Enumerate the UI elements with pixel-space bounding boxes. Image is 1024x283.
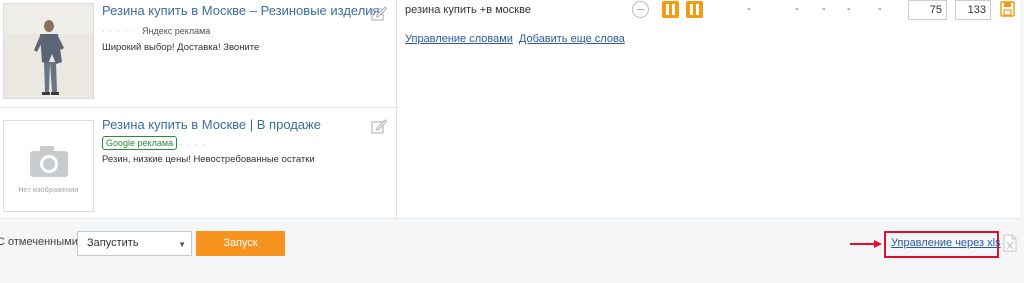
annotation-arrow-head [874,240,882,248]
keywords-column: резина купить +в москве - - - - - 75 133… [398,0,1020,219]
ads-panel: Резина купить в Москве – Резиновые издел… [0,0,1020,219]
pause-icon[interactable] [686,1,703,18]
badge-label: Яндекс реклама [142,26,211,36]
bid-input[interactable]: 75 [908,0,947,20]
ad-source-badge: · · · · · Яндекс реклама [102,26,210,36]
camera-icon [30,146,68,177]
stat-value: - [878,3,882,15]
person-photo-icon [4,4,93,98]
edit-icon[interactable] [371,118,387,134]
ad-item: Резина купить в Москве – Резиновые издел… [0,0,397,108]
ad-item: Нет изображения Резина купить в Москве |… [0,108,397,219]
stat-value: - [795,3,799,15]
bulk-action-select[interactable]: Запустить ▼ [77,231,192,256]
bulk-actions-bar: С отмеченными: Запустить ▼ Запуск [0,219,1024,283]
bulk-action-selected-value: Запустить [87,237,139,249]
edit-icon[interactable] [371,5,387,21]
run-button[interactable]: Запуск [196,231,285,256]
save-icon[interactable] [1000,1,1015,17]
bulk-action-label: С отмеченными: [0,236,81,248]
pause-icon[interactable] [662,1,679,18]
stat-value: - [822,3,826,15]
ad-source-badge: Google реклама [102,136,178,150]
max-bid-input[interactable]: 133 [955,0,991,20]
badge-dots: · · · · · [102,26,136,36]
ad-thumbnail-placeholder: Нет изображения [3,120,94,212]
ad-thumbnail [3,3,94,99]
manage-words-link[interactable]: Управление словами [405,33,513,45]
ads-column: Резина купить в Москве – Резиновые издел… [0,0,397,219]
ad-description: Резин, низкие цены! Невостребованные ост… [102,154,315,165]
keyword-text: резина купить +в москве [405,4,531,16]
keyword-links: Управление словами Добавить еще слова [405,33,631,45]
stat-value: - [847,3,851,15]
excel-file-icon[interactable] [1003,234,1017,252]
ad-description: Широкий выбор! Доставка! Звоните [102,42,260,53]
xls-manage-link[interactable]: Управление через xls [891,237,1001,249]
badge-dots: · · · · · [172,139,206,149]
ad-title[interactable]: Резина купить в Москве – Резиновые издел… [102,3,383,18]
remove-keyword-icon[interactable] [632,1,649,18]
stat-value: - [747,3,751,15]
add-words-link[interactable]: Добавить еще слова [519,33,625,45]
keyword-row: резина купить +в москве - - - - - 75 133 [398,0,1020,22]
dropdown-arrow-icon: ▼ [178,240,186,249]
ad-title[interactable]: Резина купить в Москве | В продаже [102,117,321,132]
no-image-label: Нет изображения [18,187,79,194]
